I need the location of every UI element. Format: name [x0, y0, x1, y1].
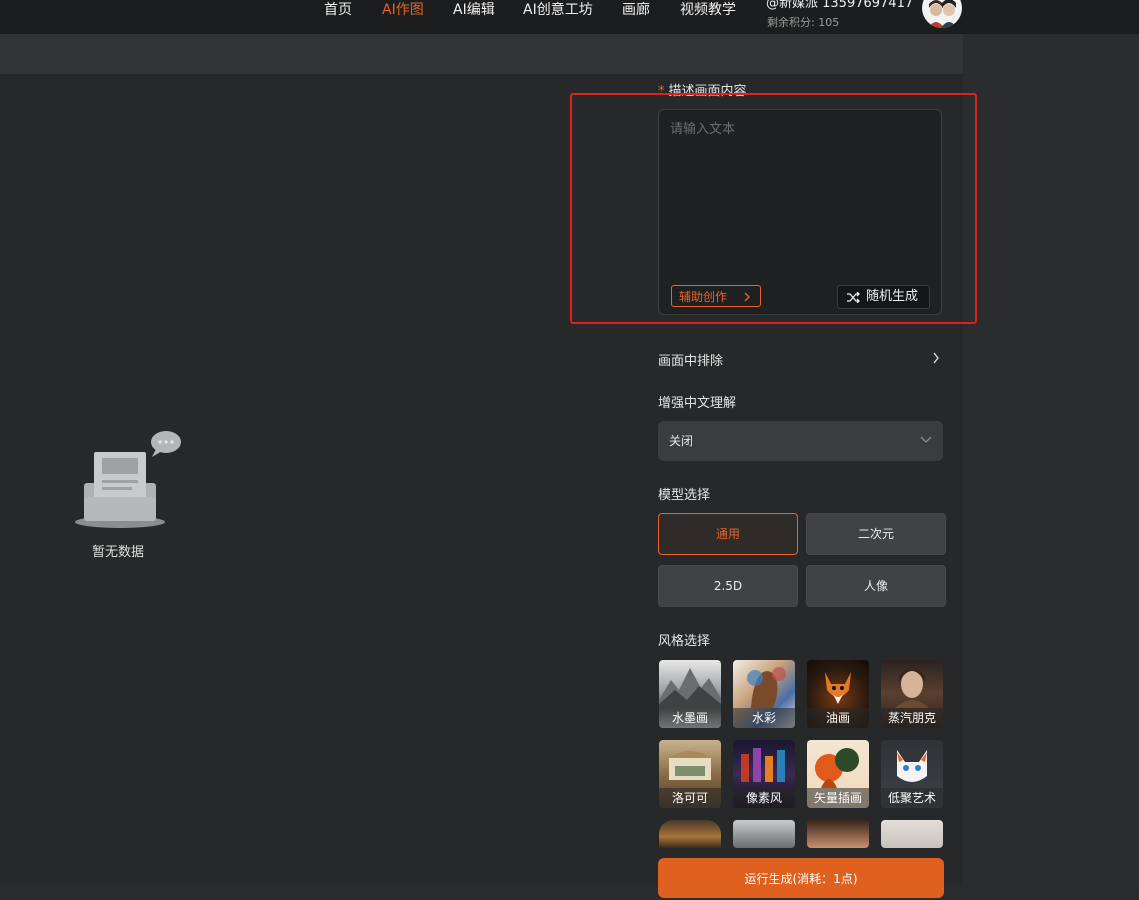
- side-background: [963, 34, 1139, 885]
- chevron-right-icon[interactable]: [932, 352, 940, 364]
- style-card-label: 像素风: [733, 788, 795, 808]
- model-option-anime[interactable]: 二次元: [806, 513, 946, 555]
- style-card-oil-painting[interactable]: 油画: [807, 660, 869, 728]
- style-card-steampunk[interactable]: 蒸汽朋克: [881, 660, 943, 728]
- style-card-label: 蒸汽朋克: [881, 708, 943, 728]
- style-card-pixel-art[interactable]: 像素风: [733, 740, 795, 808]
- style-card-partial[interactable]: [807, 820, 869, 848]
- style-card-partial[interactable]: [733, 820, 795, 848]
- style-card-watercolor[interactable]: 水彩: [733, 660, 795, 728]
- style-card-partial[interactable]: [881, 820, 943, 848]
- enhance-chinese-select[interactable]: 关闭: [658, 421, 943, 461]
- style-card-low-poly-art[interactable]: 低聚艺术: [881, 740, 943, 808]
- model-option-portrait[interactable]: 人像: [806, 565, 946, 607]
- style-card-label: 水墨画: [659, 708, 721, 728]
- style-card-label: 矢量插画: [807, 788, 869, 808]
- model-option-2-5d[interactable]: 2.5D: [658, 565, 798, 607]
- model-option-general[interactable]: 通用: [658, 513, 798, 555]
- sub-toolbar: [0, 34, 963, 74]
- nav-video-tutorial[interactable]: 视频教学: [680, 0, 736, 22]
- nav-gallery[interactable]: 画廊: [622, 0, 650, 22]
- style-card-vector-illustration[interactable]: 矢量插画: [807, 740, 869, 808]
- nav-home[interactable]: 首页: [324, 0, 352, 22]
- style-card-partial[interactable]: [659, 820, 721, 848]
- model-select-label: 模型选择: [658, 488, 711, 503]
- style-card-ink-painting[interactable]: 水墨画: [659, 660, 721, 728]
- style-card-label: 油画: [807, 708, 869, 728]
- style-card-label: 低聚艺术: [881, 788, 943, 808]
- style-card-label: 洛可可: [659, 788, 721, 808]
- nav-ai-draw[interactable]: AI作图: [382, 0, 424, 22]
- user-account-label: @新媒派 13597697417: [766, 0, 914, 11]
- style-select-label: 风格选择: [658, 634, 711, 649]
- empty-state-text: 暂无数据: [92, 545, 145, 560]
- style-card-label: 水彩: [733, 708, 795, 728]
- remaining-points: 剩余积分: 105: [767, 16, 840, 29]
- nav-ai-creative-workshop[interactable]: AI创意工坊: [523, 0, 593, 22]
- enhance-chinese-label: 增强中文理解: [658, 396, 737, 411]
- nav-ai-edit[interactable]: AI编辑: [453, 0, 495, 22]
- chevron-down-icon: [920, 436, 932, 443]
- highlight-annotation-box: [570, 93, 977, 324]
- style-card-rococo[interactable]: 洛可可: [659, 740, 721, 808]
- enhance-chinese-value: 关闭: [669, 434, 694, 448]
- run-generate-button[interactable]: 运行生成(消耗：1点): [658, 858, 944, 898]
- exclude-in-image-label[interactable]: 画面中排除: [658, 350, 723, 369]
